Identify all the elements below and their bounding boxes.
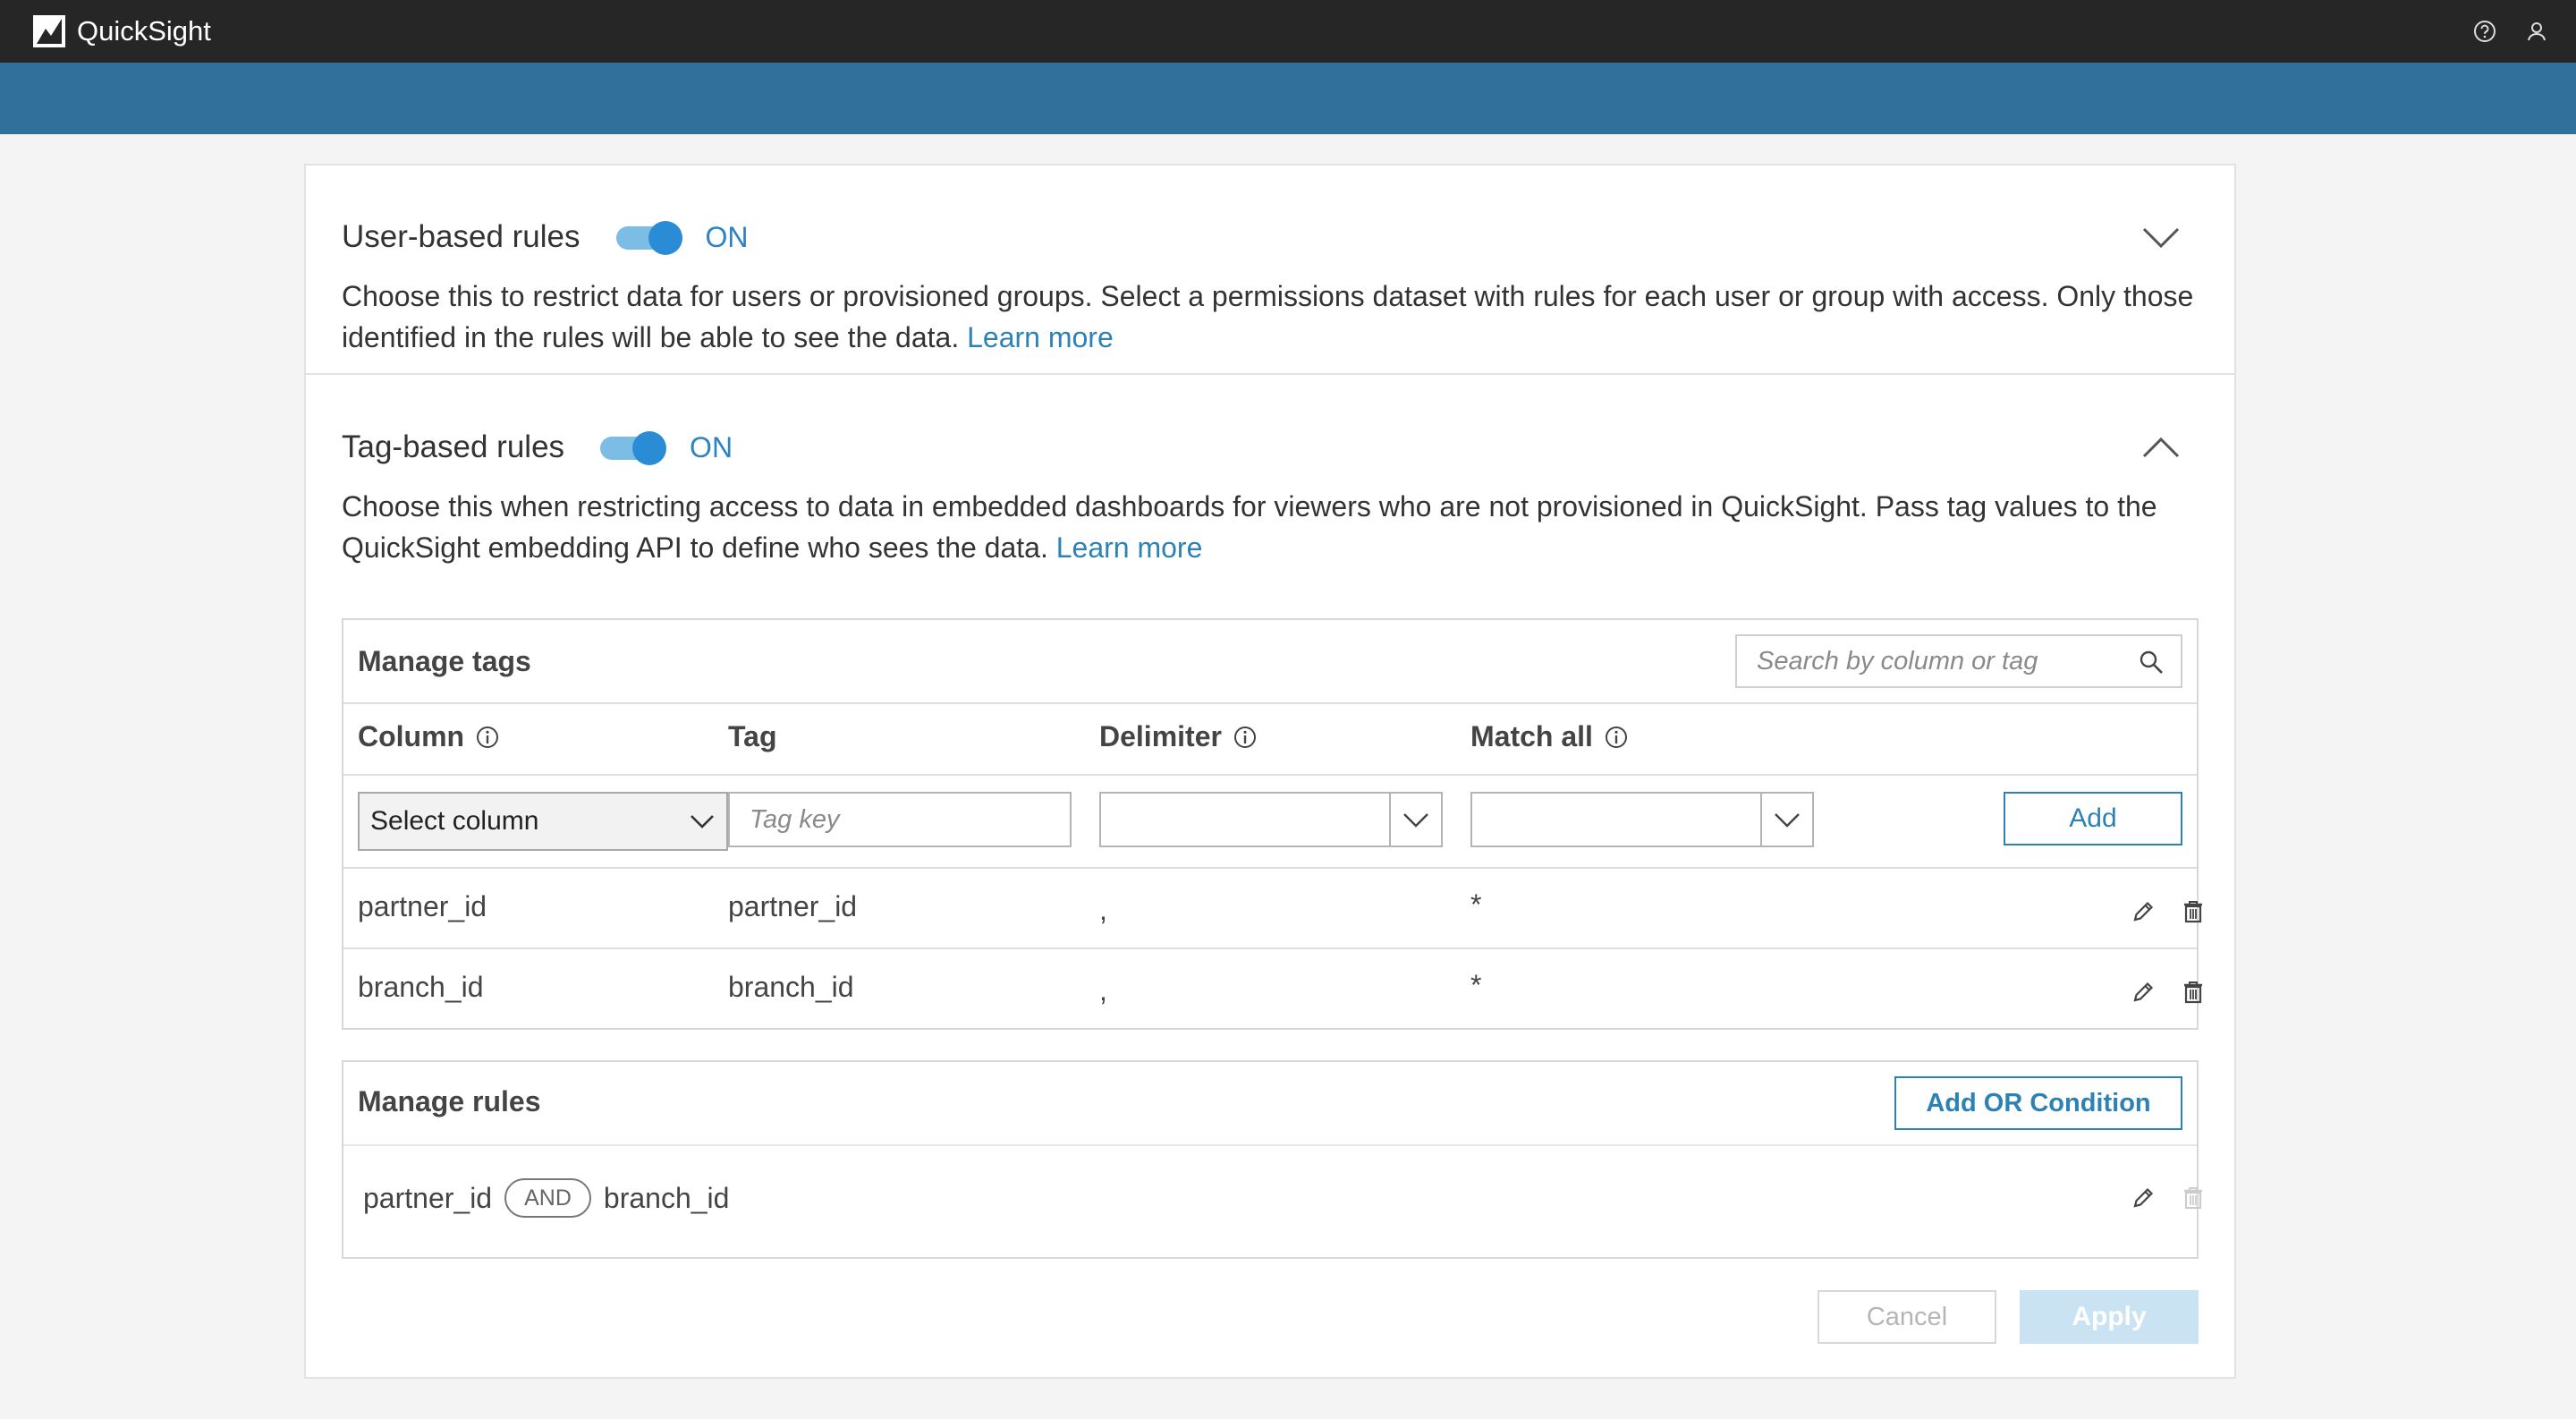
info-icon[interactable] xyxy=(1233,725,1258,750)
tag-row-column: partner_id xyxy=(358,890,487,922)
column-select[interactable]: Select column xyxy=(358,792,728,851)
divider xyxy=(343,774,2197,776)
trash-icon xyxy=(2184,1187,2202,1210)
match-all-select[interactable] xyxy=(1470,792,1814,847)
user-rules-description-text: Choose this to restrict data for users o… xyxy=(342,280,2194,353)
quicksight-logo-icon xyxy=(33,15,65,47)
trash-icon[interactable] xyxy=(2181,899,2206,924)
tag-rules-description-text: Choose this when restricting access to d… xyxy=(342,490,2157,564)
app-logo[interactable]: QuickSight xyxy=(32,14,211,48)
rule-left-tag: partner_id xyxy=(363,1181,493,1214)
trash-icon[interactable] xyxy=(2181,980,2206,1005)
divider xyxy=(343,702,2197,704)
column-header-column: Column xyxy=(358,720,500,753)
and-operator-badge: AND xyxy=(504,1178,591,1218)
app-title: QuickSight xyxy=(77,15,211,47)
help-circle-icon[interactable] xyxy=(2472,19,2497,44)
chevron-down-icon xyxy=(2142,227,2180,249)
divider xyxy=(343,947,2197,949)
toggle-knob xyxy=(648,221,682,255)
column-header-delimiter: Delimiter xyxy=(1099,720,1258,753)
column-header-match-all: Match all xyxy=(1470,720,1629,753)
delimiter-dropdown-button[interactable] xyxy=(1389,794,1441,845)
tag-rules-description: Choose this when restricting access to d… xyxy=(342,486,2220,568)
tag-key-input[interactable] xyxy=(730,794,1070,845)
toggle-knob xyxy=(632,431,667,465)
tag-rules-header: Tag-based rules ON xyxy=(342,429,733,465)
manage-tags-title: Manage tags xyxy=(358,645,531,677)
user-icon[interactable] xyxy=(2524,19,2549,44)
user-rules-toggle-state: ON xyxy=(705,220,749,253)
edit-pencil-icon[interactable] xyxy=(2131,1185,2156,1211)
tag-key-field xyxy=(728,792,1072,847)
tag-row-delimiter: , xyxy=(1099,894,1107,926)
tag-row-tag: branch_id xyxy=(728,971,854,1003)
header-band xyxy=(0,63,2576,134)
tag-search-box xyxy=(1735,634,2182,688)
tag-rules-title: Tag-based rules xyxy=(342,429,565,464)
tag-rules-toggle[interactable] xyxy=(600,431,667,465)
add-tag-button[interactable]: Add xyxy=(2004,792,2182,845)
user-rules-title: User-based rules xyxy=(342,219,580,254)
chevron-up-icon xyxy=(2142,437,2180,458)
cancel-button[interactable]: Cancel xyxy=(1818,1290,1996,1344)
column-header-label: Match all xyxy=(1470,720,1593,752)
column-header-label: Column xyxy=(358,720,465,752)
user-rules-header: User-based rules ON xyxy=(342,219,749,255)
search-icon[interactable] xyxy=(2138,649,2165,676)
manage-rules-box: Manage rules Add OR Condition partner_id… xyxy=(342,1060,2202,1259)
row-level-security-panel: User-based rules ON Choose this to restr… xyxy=(304,164,2236,1379)
column-select-value: Select column xyxy=(370,806,539,836)
tag-rules-collapse-button[interactable] xyxy=(2141,434,2181,461)
match-all-dropdown-button[interactable] xyxy=(1760,794,1812,845)
tag-row-match-all: * xyxy=(1470,969,1482,1001)
tag-search-input[interactable] xyxy=(1737,636,2131,686)
divider xyxy=(343,867,2197,869)
section-divider xyxy=(306,373,2234,375)
rule-row: partner_id AND branch_id xyxy=(363,1178,729,1218)
user-rules-learn-more-link[interactable]: Learn more xyxy=(967,321,1114,353)
add-or-condition-button[interactable]: Add OR Condition xyxy=(1894,1076,2182,1130)
top-bar: QuickSight xyxy=(0,0,2576,63)
user-rules-toggle[interactable] xyxy=(615,221,682,255)
divider xyxy=(343,1144,2197,1146)
info-icon[interactable] xyxy=(475,725,500,750)
info-icon[interactable] xyxy=(1604,725,1629,750)
tag-rules-learn-more-link[interactable]: Learn more xyxy=(1056,531,1203,564)
edit-pencil-icon[interactable] xyxy=(2131,980,2156,1005)
user-rules-collapse-button[interactable] xyxy=(2141,224,2181,251)
chevron-down-icon xyxy=(691,815,714,828)
delimiter-select[interactable] xyxy=(1099,792,1443,847)
manage-tags-box: Manage tags Column Tag Delimiter Match a… xyxy=(342,618,2202,1030)
manage-rules-title: Manage rules xyxy=(358,1085,541,1117)
column-header-label: Delimiter xyxy=(1099,720,1222,752)
tag-row-column: branch_id xyxy=(358,971,484,1003)
apply-button[interactable]: Apply xyxy=(2020,1290,2199,1344)
chevron-down-icon xyxy=(1775,813,1800,828)
tag-row-tag: partner_id xyxy=(728,890,858,922)
chevron-down-icon xyxy=(1403,813,1428,828)
tag-row-delimiter: , xyxy=(1099,974,1107,1007)
rule-right-tag: branch_id xyxy=(603,1181,730,1214)
tag-row-match-all: * xyxy=(1470,888,1482,921)
column-header-label: Tag xyxy=(728,720,777,752)
tag-rules-toggle-state: ON xyxy=(690,430,733,463)
column-header-tag: Tag xyxy=(728,720,777,753)
edit-pencil-icon[interactable] xyxy=(2131,899,2156,924)
user-rules-description: Choose this to restrict data for users o… xyxy=(342,276,2220,358)
